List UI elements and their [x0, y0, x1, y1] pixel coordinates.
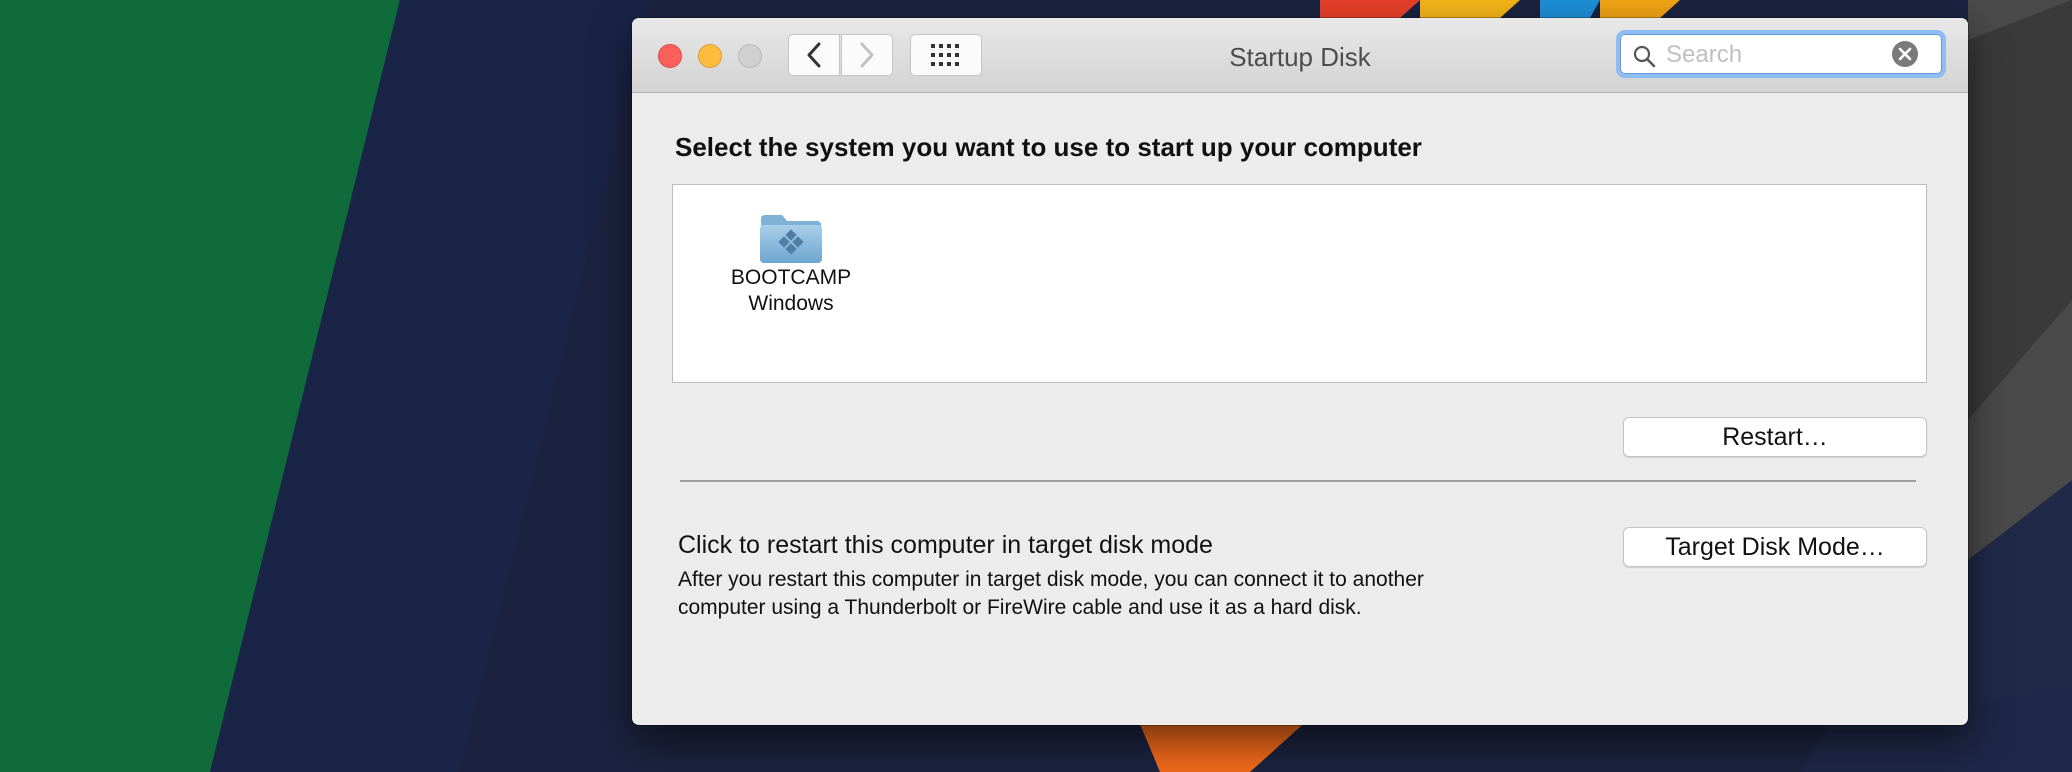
search-field[interactable] — [1616, 30, 1946, 78]
chevron-right-icon — [860, 42, 874, 68]
search-input[interactable] — [1664, 40, 1898, 70]
disk-system: Windows — [748, 292, 834, 315]
startup-disk-window: Startup Disk Select the system you want … — [632, 18, 1968, 725]
forward-button[interactable] — [841, 34, 893, 76]
startup-disk-list: BOOTCAMP Windows — [672, 184, 1927, 383]
grid-icon — [931, 44, 959, 66]
back-button[interactable] — [788, 34, 840, 76]
section-divider — [680, 480, 1916, 482]
restart-button[interactable]: Restart… — [1623, 417, 1927, 457]
minimize-window-button[interactable] — [698, 44, 722, 68]
page-heading: Select the system you want to use to sta… — [675, 132, 1422, 162]
titlebar: Startup Disk — [632, 18, 1968, 93]
close-icon — [1898, 47, 1912, 61]
zoom-window-button[interactable] — [738, 44, 762, 68]
target-disk-mode-title: Click to restart this computer in target… — [678, 531, 1213, 559]
disk-item-bootcamp[interactable]: BOOTCAMP Windows — [721, 211, 861, 317]
target-disk-mode-button[interactable]: Target Disk Mode… — [1623, 527, 1927, 567]
show-all-button[interactable] — [910, 34, 982, 76]
bootcamp-folder-icon — [760, 215, 822, 263]
clear-search-button[interactable] — [1892, 41, 1918, 67]
disk-name: BOOTCAMP — [730, 266, 852, 289]
target-disk-mode-description: After you restart this computer in targe… — [678, 568, 1424, 619]
close-window-button[interactable] — [658, 44, 682, 68]
search-icon — [1633, 45, 1656, 68]
chevron-left-icon — [807, 42, 821, 68]
